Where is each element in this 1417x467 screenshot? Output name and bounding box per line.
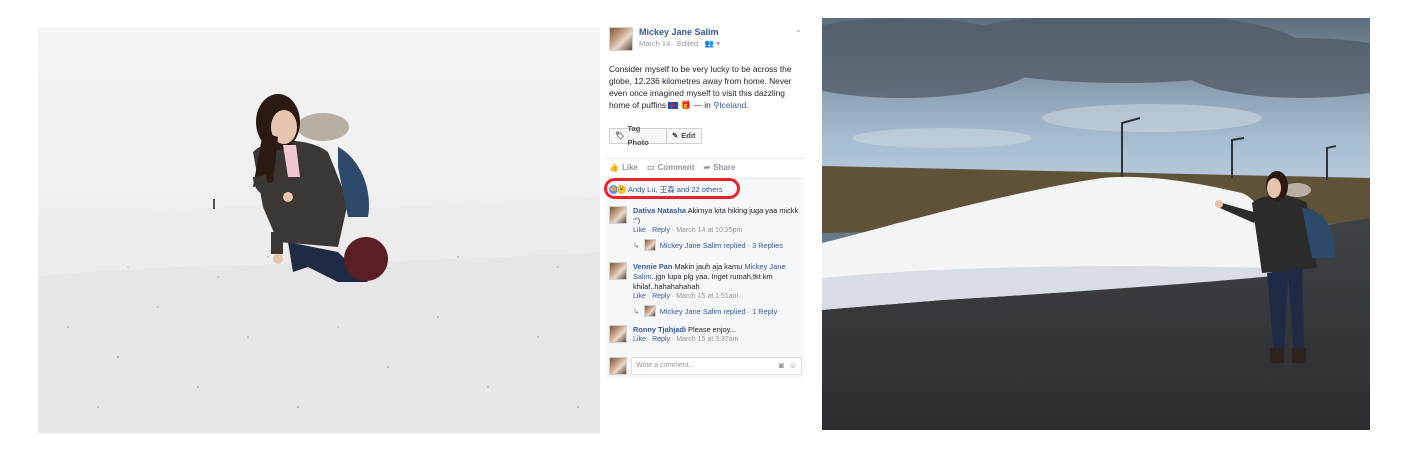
author-avatar[interactable] <box>609 27 633 51</box>
comment-text: Please enjoy... <box>688 325 736 334</box>
comment-time[interactable]: March 15 at 3:37am <box>676 336 738 343</box>
replies-link[interactable]: ↳ Mickey Jane Salim replied · 3 Replies <box>633 239 783 251</box>
right-photo <box>822 18 1370 430</box>
commenter-avatar[interactable] <box>609 262 627 280</box>
comment-reply-link[interactable]: Reply <box>652 227 670 234</box>
commenter-name[interactable]: Ronny Tjahjadi <box>633 325 686 334</box>
comment-icon: ▭ <box>646 163 655 172</box>
gift-emoji-icon: 🎁 <box>680 100 692 110</box>
replies-text: Mickey Jane Salim replied · 3 Replies <box>659 240 783 250</box>
commenter-avatar[interactable] <box>609 206 627 224</box>
snow-scene-illustration <box>38 94 600 433</box>
share-action[interactable]: ➦ Share <box>703 163 735 172</box>
like-icon: 👍 <box>609 163 619 172</box>
camera-icon[interactable]: ◙ <box>779 361 784 370</box>
write-comment-input[interactable]: Write a comment... ◙ ☺ <box>631 357 802 375</box>
post-text: Consider myself to be very lucky to be a… <box>609 63 801 111</box>
commenter-name[interactable]: Vennie Pan <box>633 262 672 271</box>
comment-body: Dativa Natasha Akirnya kita hiking juga … <box>633 206 803 236</box>
divider <box>606 158 804 159</box>
comment-text-pre: Makin jauh aja kamu <box>674 262 743 271</box>
share-label: Share <box>713 163 736 172</box>
comment-time[interactable]: March 15 at 1:51am <box>676 293 738 300</box>
post-text-tail: — in <box>693 100 711 110</box>
comment-body: Ronny Tjahjadi Please enjoy... Like · Re… <box>633 325 803 345</box>
iceland-flag-icon <box>668 102 679 109</box>
write-comment-icons: ◙ ☺ <box>779 361 797 370</box>
like-action[interactable]: 👍 Like <box>609 163 638 172</box>
comment-label: Comment <box>657 163 695 172</box>
comment-action[interactable]: ▭ Comment <box>647 163 694 172</box>
reply-arrow-icon: ↳ <box>633 306 640 316</box>
comment-reply-link[interactable]: Reply <box>652 336 670 343</box>
author-name[interactable]: Mickey Jane Salim <box>639 27 719 37</box>
reply-arrow-icon: ↳ <box>633 240 640 250</box>
tag-photo-button[interactable]: 🏷 Tag Photo <box>609 124 667 147</box>
comment-actions: Like · Reply · March 15 at 1:51am <box>633 293 739 300</box>
comment-reply-link[interactable]: Reply <box>652 293 670 300</box>
comment-actions: Like · Reply · March 14 at 10:25pm <box>633 227 743 234</box>
comment-item: Dativa Natasha Akirnya kita hiking juga … <box>609 206 804 251</box>
chevron-down-icon[interactable]: ⌄ <box>795 25 802 34</box>
comment-like-link[interactable]: Like <box>633 336 646 343</box>
edit-button[interactable]: ✎ Edit <box>666 128 702 144</box>
commenter-name[interactable]: Dativa Natasha <box>633 206 686 215</box>
write-comment-placeholder: Write a comment... <box>636 362 695 369</box>
like-label: Like <box>621 163 638 172</box>
road-snow-scene-illustration <box>822 18 1370 430</box>
replies-text: Mickey Jane Salim replied · 1 Reply <box>659 306 778 316</box>
left-photo <box>38 27 600 433</box>
comment-text-post: ..jgn lupa plg yaa. Inget rumah,tkt km k… <box>633 272 773 291</box>
replies-link[interactable]: ↳ Mickey Jane Salim replied · 1 Reply <box>633 305 777 317</box>
facebook-post-panel: Mickey Jane Salim March 14 · Edited · 👥 … <box>600 18 810 388</box>
commenter-avatar[interactable] <box>609 325 627 343</box>
location-link[interactable]: Iceland. <box>719 100 748 110</box>
comment-time[interactable]: March 14 at 10:25pm <box>676 227 742 234</box>
action-bar: 👍 Like ▭ Comment ➦ Share <box>609 163 735 172</box>
reply-avatar <box>643 305 656 317</box>
comment-like-link[interactable]: Like <box>633 227 646 234</box>
comment-actions: Like · Reply · March 15 at 3:37am <box>633 336 739 343</box>
post-meta[interactable]: March 14 · Edited · 👥 ▾ <box>639 39 720 48</box>
comment-item: Vennie Pan Makin jauh aja kamu Mickey Ja… <box>609 262 804 322</box>
viewer-avatar <box>609 357 627 375</box>
highlight-annotation <box>604 178 740 199</box>
emoji-icon[interactable]: ☺ <box>789 361 797 370</box>
share-icon: ➦ <box>703 163 711 172</box>
pencil-icon: ✎ <box>672 131 679 140</box>
comment-body: Vennie Pan Makin jauh aja kamu Mickey Ja… <box>633 262 803 302</box>
comment-like-link[interactable]: Like <box>633 293 646 300</box>
edit-label: Edit <box>681 131 696 140</box>
tag-icon: 🏷 <box>615 131 625 140</box>
tag-photo-label: Tag Photo <box>627 124 649 147</box>
reply-avatar <box>643 239 656 251</box>
comment-item: Ronny Tjahjadi Please enjoy... Like · Re… <box>609 325 804 353</box>
